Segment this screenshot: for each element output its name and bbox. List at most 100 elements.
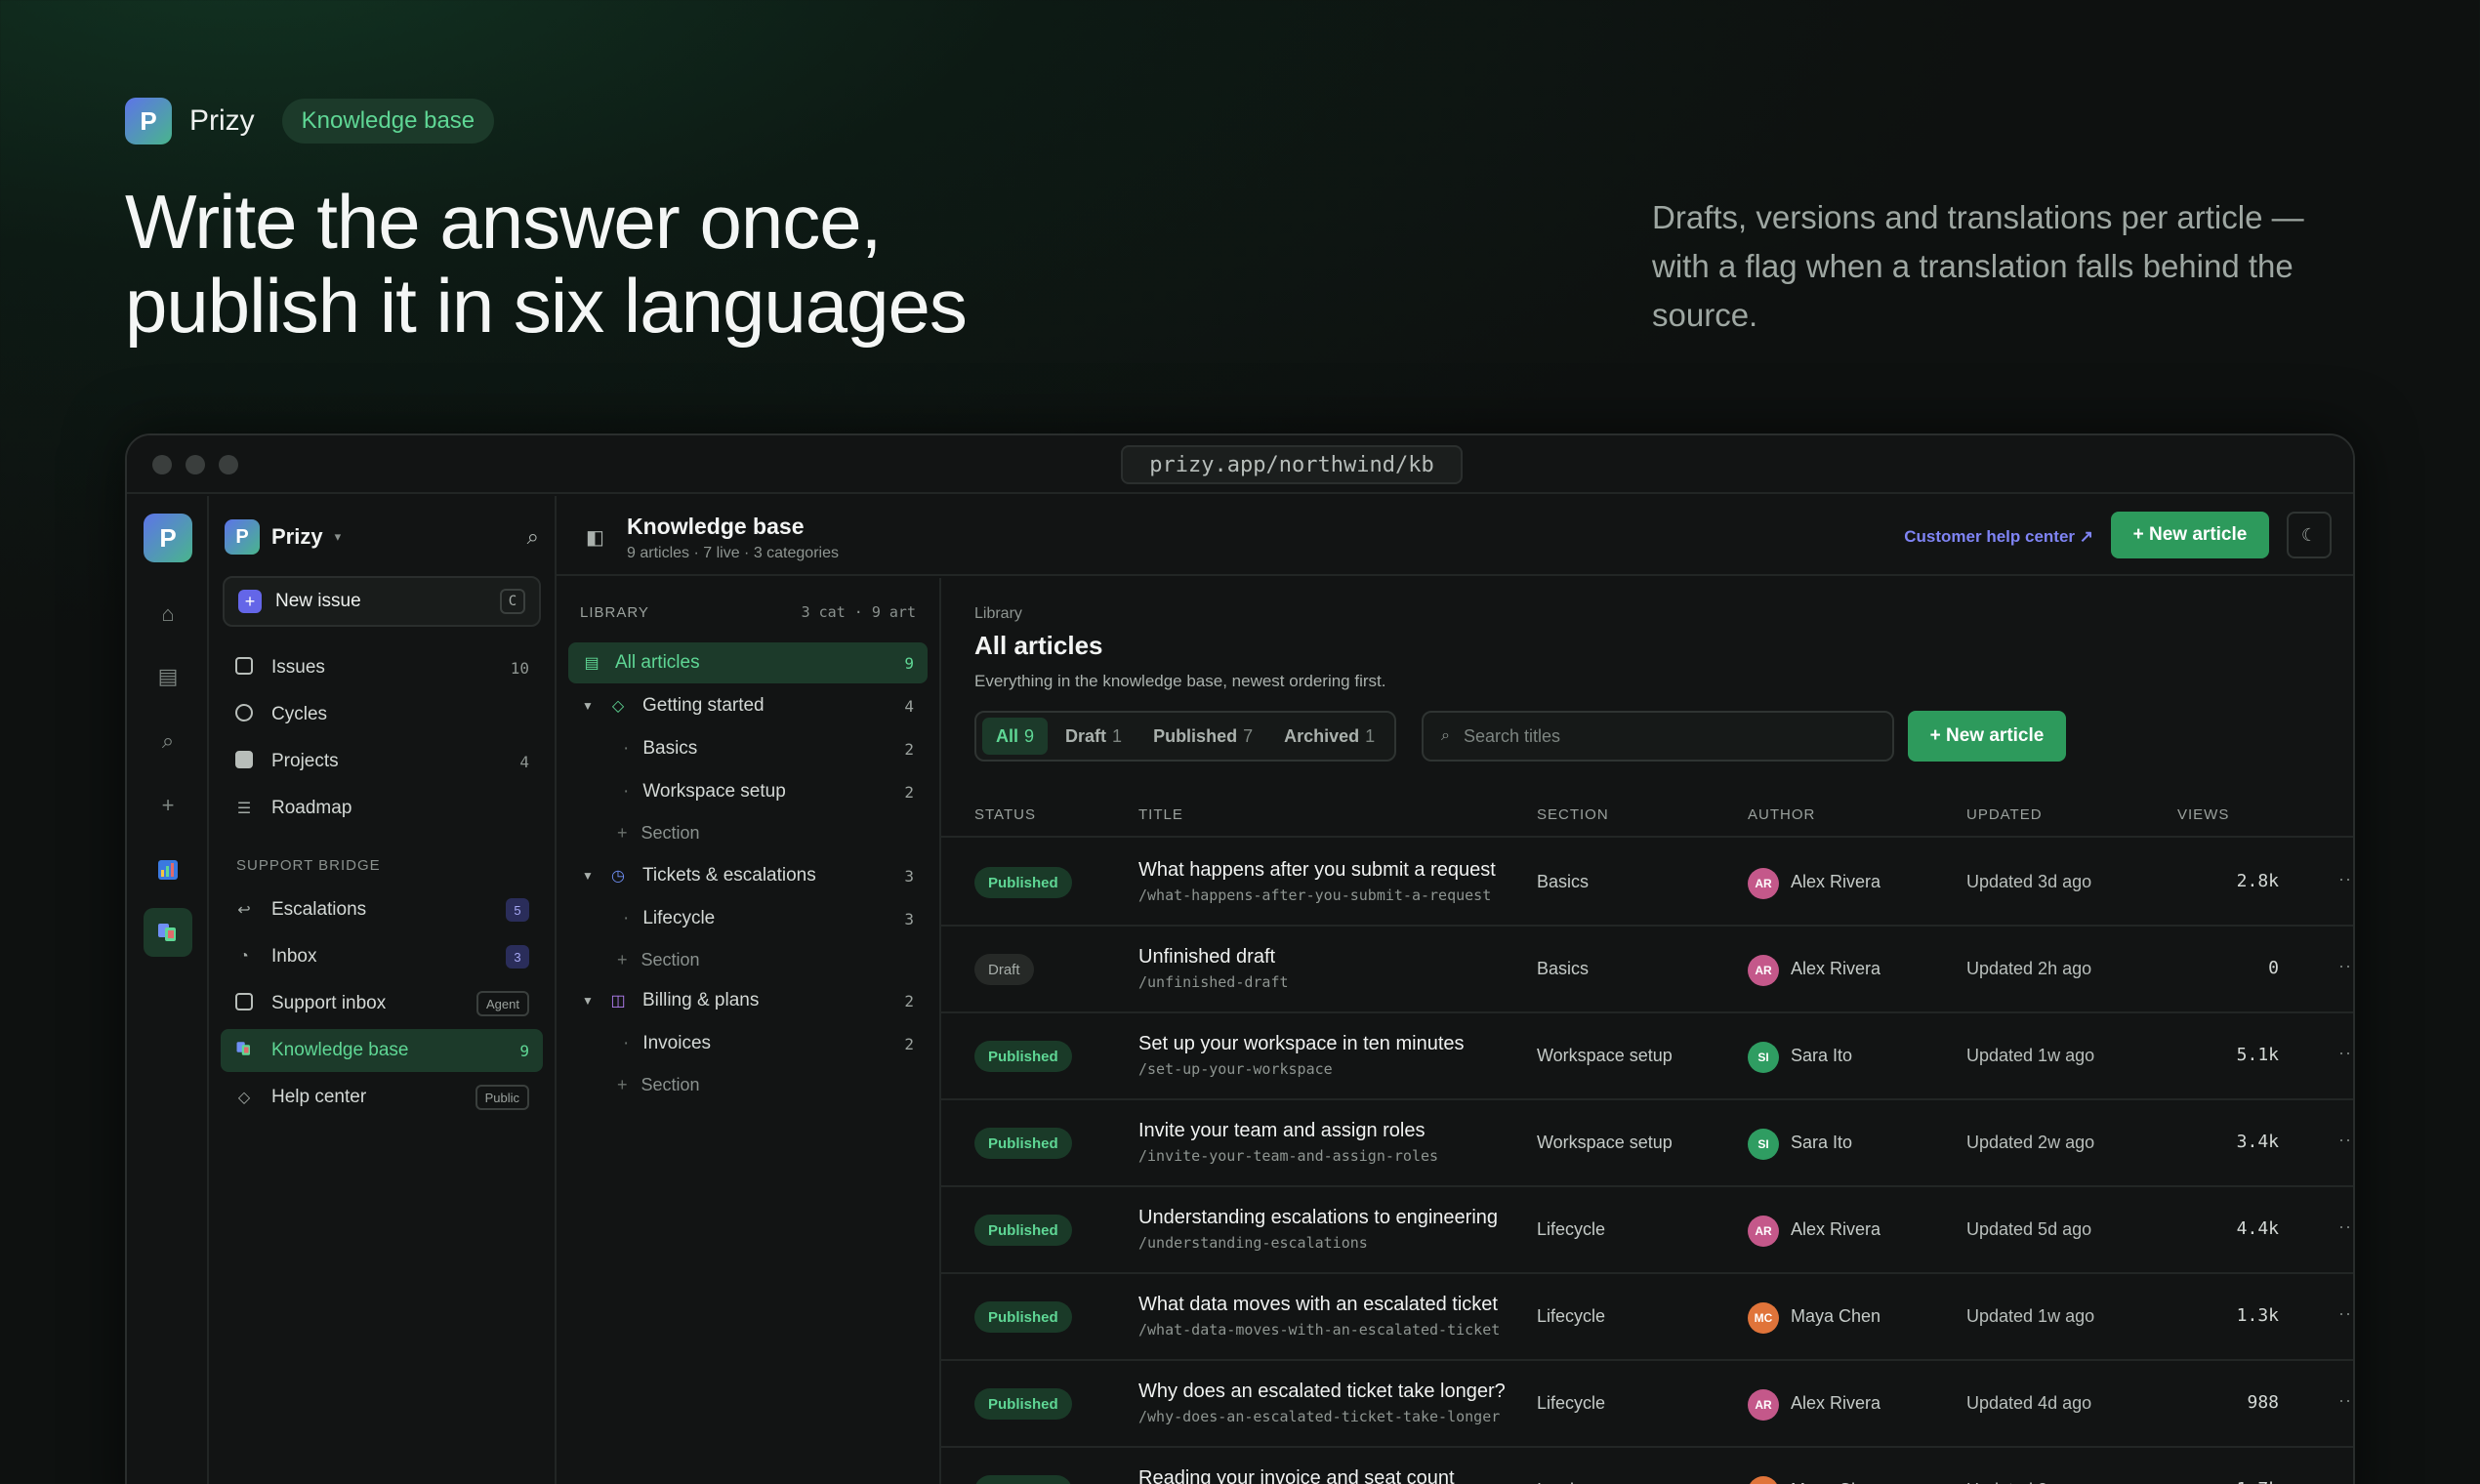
article-slug: /understanding-escalations bbox=[1138, 1234, 1368, 1252]
table-row[interactable]: Published Reading your invoice and seat c… bbox=[941, 1448, 2353, 1484]
hero-title-line-2: publish it in six languages bbox=[125, 263, 968, 349]
library-all-articles[interactable]: ▤ All articles 9 bbox=[568, 642, 928, 683]
table-row[interactable]: Draft Unfinished draft/unfinished-draft Ba… bbox=[941, 927, 2353, 1013]
sidebar-item-cycles[interactable]: Cycles bbox=[221, 693, 543, 736]
add-section-label: Section bbox=[641, 1074, 700, 1094]
filter-draft[interactable]: Draft 1 bbox=[1052, 718, 1136, 755]
knowledge-icon[interactable] bbox=[144, 908, 192, 957]
table-row[interactable]: Published What happens after you submit a… bbox=[941, 840, 2353, 927]
article-title[interactable]: Why does an escalated ticket take longer… bbox=[1138, 1381, 1506, 1403]
article-title[interactable]: Set up your workspace in ten minutes bbox=[1138, 1033, 1465, 1055]
filter-published[interactable]: Published 7 bbox=[1139, 718, 1266, 755]
chart-icon[interactable] bbox=[144, 845, 192, 894]
sidebar-item-support-inbox[interactable]: Support inbox Agent bbox=[221, 982, 543, 1025]
sidebar: P Prizy ▾ ⌕ + New issue C Issues 10 Cycl… bbox=[209, 496, 557, 1484]
table-row[interactable]: Published Understanding escalations to en… bbox=[941, 1187, 2353, 1274]
workspace-switcher[interactable]: P Prizy ▾ ⌕ bbox=[225, 517, 539, 556]
add-section-button[interactable]: + Section bbox=[568, 1064, 928, 1105]
more-icon[interactable]: ··· bbox=[2338, 1390, 2353, 1411]
home-icon[interactable]: ⌂ bbox=[144, 590, 192, 639]
brand-logo[interactable]: P bbox=[125, 98, 172, 144]
bullet-icon: · bbox=[623, 908, 630, 928]
article-title[interactable]: What data moves with an escalated ticket bbox=[1138, 1294, 1498, 1316]
more-icon[interactable]: ··· bbox=[2338, 1477, 2353, 1484]
filter-all[interactable]: All 9 bbox=[982, 718, 1049, 755]
projects-icon bbox=[234, 750, 254, 773]
avatar: SI bbox=[1748, 1042, 1779, 1073]
column-title[interactable]: TITLE bbox=[1138, 806, 1183, 823]
inbox-icon[interactable]: ▤ bbox=[144, 652, 192, 701]
caret-down-icon[interactable]: ▼ bbox=[582, 994, 598, 1008]
sidebar-item-inbox[interactable]: ◔ Inbox 3 bbox=[221, 935, 543, 978]
status-badge: Published bbox=[974, 1475, 1072, 1484]
column-views[interactable]: VIEWS bbox=[2177, 806, 2229, 823]
section-workspace-setup[interactable]: · Workspace setup 2 bbox=[568, 771, 928, 812]
item-count: 10 bbox=[510, 658, 529, 678]
sidebar-item-roadmap[interactable]: ☰ Roadmap bbox=[221, 787, 543, 830]
section-basics[interactable]: · Basics 2 bbox=[568, 728, 928, 769]
search-icon[interactable]: ⌕ bbox=[144, 717, 192, 765]
more-icon[interactable]: ··· bbox=[2338, 1303, 2353, 1324]
brand-name: Prizy bbox=[189, 104, 255, 137]
article-section: Lifecycle bbox=[1537, 1219, 1606, 1239]
category-getting-started[interactable]: ▼ ◇ Getting started 4 bbox=[568, 685, 928, 726]
search-input[interactable]: ⌕ Search titles bbox=[1422, 711, 1894, 762]
article-title[interactable]: Unfinished draft bbox=[1138, 946, 1275, 969]
sidebar-item-help-center[interactable]: ◇ Help center Public bbox=[221, 1076, 543, 1119]
minimize-dot[interactable] bbox=[186, 455, 205, 474]
more-icon[interactable]: ··· bbox=[2338, 956, 2353, 976]
new-article-button[interactable]: + New article bbox=[1908, 711, 2066, 762]
status-badge: Published bbox=[974, 867, 1072, 898]
url-bar[interactable]: prizy.app/northwind/kb bbox=[1121, 445, 1463, 484]
article-section: Lifecycle bbox=[1537, 1393, 1606, 1413]
table-row[interactable]: Published Why does an escalated ticket ta… bbox=[941, 1361, 2353, 1448]
page-title: Knowledge base bbox=[627, 514, 805, 539]
more-icon[interactable]: ··· bbox=[2338, 1130, 2353, 1150]
article-title[interactable]: What happens after you submit a request bbox=[1138, 859, 1496, 882]
article-views: 5.1k bbox=[2236, 1045, 2279, 1065]
column-section[interactable]: SECTION bbox=[1537, 806, 1609, 823]
table-row[interactable]: Published Set up your workspace in ten mi… bbox=[941, 1013, 2353, 1100]
filter-archived[interactable]: Archived 1 bbox=[1270, 718, 1388, 755]
filter-count: 9 bbox=[1024, 725, 1035, 746]
table-row[interactable]: Published Invite your team and assign rol… bbox=[941, 1100, 2353, 1187]
article-title[interactable]: Understanding escalations to engineering bbox=[1138, 1207, 1498, 1229]
maximize-dot[interactable] bbox=[219, 455, 238, 474]
sidebar-item-issues[interactable]: Issues 10 bbox=[221, 646, 543, 689]
search-icon[interactable]: ⌕ bbox=[527, 524, 539, 550]
section-invoices[interactable]: · Invoices 2 bbox=[568, 1023, 928, 1064]
rail-logo[interactable]: P bbox=[144, 514, 192, 562]
add-section-button[interactable]: + Section bbox=[568, 939, 928, 980]
category-billing-plans[interactable]: ▼ ◫ Billing & plans 2 bbox=[568, 980, 928, 1021]
sidebar-item-knowledge-base[interactable]: Knowledge base 9 bbox=[221, 1029, 543, 1072]
sidebar-item-escalations[interactable]: ↩ Escalations 5 bbox=[221, 888, 543, 931]
plus-icon: + bbox=[617, 949, 628, 969]
new-issue-button[interactable]: + New issue C bbox=[223, 576, 541, 627]
cycles-icon bbox=[234, 703, 254, 726]
caret-down-icon[interactable]: ▼ bbox=[582, 699, 598, 713]
table-row[interactable]: Published What data moves with an escalat… bbox=[941, 1274, 2353, 1361]
plus-icon[interactable]: + bbox=[144, 781, 192, 830]
column-status[interactable]: STATUS bbox=[974, 806, 1036, 823]
more-icon[interactable]: ··· bbox=[2338, 1043, 2353, 1063]
column-updated[interactable]: UPDATED bbox=[1966, 806, 2043, 823]
bullet-icon: · bbox=[623, 1033, 630, 1053]
section-lifecycle[interactable]: · Lifecycle 3 bbox=[568, 898, 928, 939]
category-tickets-escalations[interactable]: ▼ ◷ Tickets & escalations 3 bbox=[568, 855, 928, 896]
more-icon[interactable]: ··· bbox=[2338, 1216, 2353, 1237]
article-author: Alex Rivera bbox=[1791, 959, 1881, 978]
article-title[interactable]: Invite your team and assign roles bbox=[1138, 1120, 1426, 1142]
count-badge: 5 bbox=[506, 898, 529, 922]
avatar: MC bbox=[1748, 1476, 1779, 1484]
article-author: Alex Rivera bbox=[1791, 1393, 1881, 1413]
more-icon[interactable]: ··· bbox=[2338, 869, 2353, 889]
caret-down-icon[interactable]: ▼ bbox=[582, 869, 598, 883]
add-section-button[interactable]: + Section bbox=[568, 812, 928, 853]
close-dot[interactable] bbox=[152, 455, 172, 474]
section-title: All articles bbox=[974, 631, 1103, 660]
sidebar-toggle-icon[interactable]: ◧ bbox=[586, 525, 604, 550]
sidebar-item-projects[interactable]: Projects 4 bbox=[221, 740, 543, 783]
column-author[interactable]: AUTHOR bbox=[1748, 806, 1815, 823]
article-title[interactable]: Reading your invoice and seat count bbox=[1138, 1467, 1455, 1484]
breadcrumb[interactable]: Library bbox=[974, 605, 1022, 623]
